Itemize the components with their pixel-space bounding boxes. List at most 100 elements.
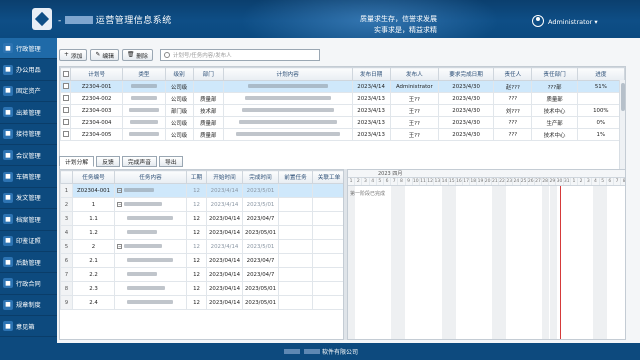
gantt-day: 14 — [441, 178, 449, 185]
table-row[interactable]: Z2304-005 公司级 质量部 2023/4/13 王?? 2023/4/30??? 技… — [60, 128, 625, 141]
task-row[interactable]: 9 2.4 12 2023/04/14 2023/05/01 — [60, 295, 343, 310]
column-header[interactable]: 部门 — [192, 67, 224, 81]
row-checkbox[interactable] — [62, 119, 69, 126]
column-header[interactable]: 发布人 — [389, 67, 439, 81]
sidebar-item[interactable]: ■ 行政管理 — [0, 38, 57, 60]
column-header[interactable]: 进度 — [576, 67, 625, 81]
task-row[interactable]: 6 2.1 12 2023/04/14 2023/04/7 — [60, 253, 343, 268]
sidebar-item[interactable]: ■ 会议管理 — [0, 145, 57, 167]
delete-button-label: 删除 — [136, 53, 148, 60]
task-content-cell: − — [114, 239, 187, 254]
gantt-day: 15 — [448, 178, 456, 185]
sidebar-item[interactable]: ■ 规章制度 — [0, 295, 57, 317]
select-all-checkbox[interactable] — [62, 70, 69, 77]
detail-tabs: 计划分解 反馈 完成声音 导出 — [59, 156, 183, 167]
task-row[interactable]: 2 1− 12 2023/4/14 2023/5/01 — [60, 197, 343, 212]
tab[interactable]: 反馈 — [96, 156, 120, 167]
column-header[interactable] — [60, 170, 73, 184]
tab[interactable]: 导出 — [159, 156, 183, 167]
user-menu[interactable]: Administrator ▾ — [548, 18, 598, 26]
tree-collapse-icon[interactable]: − — [117, 187, 122, 193]
redacted-text — [238, 120, 337, 124]
task-row[interactable]: 5 2− 12 2023/4/14 2023/5/01 — [60, 239, 343, 254]
cell-dept: 质量部 — [192, 128, 224, 141]
row-checkbox[interactable] — [62, 95, 69, 102]
delete-button[interactable]: 🗑 删除 — [121, 49, 153, 61]
sidebar-item[interactable]: ■ 固定资产 — [0, 81, 57, 103]
app-title: - 运营管理信息系统 — [58, 13, 172, 26]
column-header[interactable]: 任务编号 — [72, 170, 115, 184]
column-header[interactable]: 要求完成日期 — [437, 67, 495, 81]
column-header[interactable]: 责任人 — [493, 67, 533, 81]
table-row[interactable]: Z2304-001 公司级 2023/4/14 Administrator 2023/4… — [60, 80, 625, 93]
sidebar-item[interactable]: ■ 档案管理 — [0, 209, 57, 231]
sidebar-item[interactable]: ■ 办公用品 — [0, 59, 57, 81]
column-header[interactable]: 责任部门 — [531, 67, 578, 81]
gantt-day: 6 — [384, 178, 392, 185]
tree-collapse-icon[interactable]: − — [117, 201, 122, 207]
column-header[interactable]: 关联工单 — [312, 170, 343, 184]
column-header[interactable]: 计划号 — [70, 67, 124, 81]
gantt-day: 3 — [585, 178, 593, 185]
search-input[interactable]: 计划号/任务内容/发布人 — [159, 49, 320, 61]
tree-collapse-icon[interactable]: − — [117, 243, 122, 249]
sidebar-item[interactable]: ■ 发文管理 — [0, 188, 57, 210]
task-row[interactable]: 7 2.2 12 2023/04/14 2023/04/7 — [60, 267, 343, 282]
task-start: 2023/4/14 — [206, 183, 243, 198]
task-row[interactable]: 8 2.3 12 2023/04/14 2023/05/01 — [60, 281, 343, 296]
sidebar-item[interactable]: ■ 车辆管理 — [0, 166, 57, 188]
column-header[interactable]: 任务内容 — [114, 170, 187, 184]
column-header[interactable]: 工期 — [186, 170, 207, 184]
redacted-company-name — [64, 16, 93, 24]
task-row[interactable]: 4 1.2 12 2023/04/14 2023/05/01 — [60, 225, 343, 240]
gantt-day: 22 — [499, 178, 507, 185]
table-row[interactable]: Z2304-002 公司级 质量部 2023/4/13 王?? 2023/4/30??? 质… — [60, 92, 625, 105]
column-header[interactable] — [60, 67, 72, 81]
edit-button[interactable]: ✎ 编辑 — [90, 49, 119, 61]
tab[interactable]: 计划分解 — [59, 156, 95, 167]
cell-due: 2023/4/30 — [437, 116, 495, 129]
task-duration: 12 — [186, 281, 207, 296]
slogan-line-1: 质量求生存，信誉求发展 — [360, 15, 437, 23]
table-row[interactable]: Z2304-003 部门级 技术部 2023/4/13 王?? 2023/4/30 刘???… — [60, 104, 625, 117]
sidebar-item[interactable]: ■ 接待管理 — [0, 124, 57, 145]
sidebar-item[interactable]: ■ 行政合同 — [0, 273, 57, 295]
add-button[interactable]: + 添加 — [59, 49, 88, 61]
column-header[interactable]: 类型 — [122, 67, 166, 81]
task-work-order — [312, 239, 343, 254]
gantt-day: 20 — [484, 178, 492, 185]
task-duration: 12 — [186, 295, 207, 310]
column-header[interactable]: 计划内容 — [222, 67, 353, 81]
sidebar-item[interactable]: ■ 意见箱 — [0, 316, 57, 338]
redacted-text — [127, 272, 157, 276]
edit-button-label: 编辑 — [102, 53, 114, 60]
sidebar-item[interactable]: ■ 出差管理 — [0, 102, 57, 124]
tab[interactable]: 完成声音 — [121, 156, 158, 167]
row-checkbox[interactable] — [62, 107, 69, 114]
scrollbar-thumb[interactable] — [621, 83, 625, 111]
gantt-day: 1 — [571, 178, 578, 185]
row-checkbox[interactable] — [62, 131, 69, 138]
task-row[interactable]: 1 Z02304-001− 12 2023/4/14 2023/5/01 — [60, 183, 343, 198]
task-code: Z02304-001 — [72, 183, 115, 198]
plus-icon: + — [64, 52, 69, 58]
plan-table-scrollbar[interactable] — [619, 80, 625, 171]
sidebar-item-label: 出差管理 — [16, 109, 41, 117]
column-header[interactable]: 完成时间 — [242, 170, 279, 184]
column-header[interactable]: 前置任务 — [278, 170, 313, 184]
table-row[interactable]: Z2304-004 公司级 质量部 2023/4/13 王?? 2023/4/30??? 生… — [60, 116, 625, 129]
gantt-day: 5 — [600, 178, 607, 185]
column-header[interactable]: 开始时间 — [206, 170, 243, 184]
column-header[interactable]: 发布日期 — [351, 67, 391, 81]
column-header[interactable]: 级别 — [164, 67, 194, 81]
sidebar-item[interactable]: ■ 印鉴证照 — [0, 231, 57, 252]
user-avatar-icon[interactable] — [532, 15, 544, 27]
task-work-order — [312, 267, 343, 282]
gantt-weekend-column — [549, 186, 557, 339]
cell-id: Z2304-004 — [70, 116, 124, 129]
task-end: 2023/04/7 — [242, 267, 279, 282]
task-predecessor — [278, 183, 313, 198]
task-row[interactable]: 3 1.1 12 2023/04/14 2023/04/7 — [60, 211, 343, 226]
sidebar-item[interactable]: ■ 后勤管理 — [0, 252, 57, 274]
row-checkbox[interactable] — [62, 83, 69, 90]
